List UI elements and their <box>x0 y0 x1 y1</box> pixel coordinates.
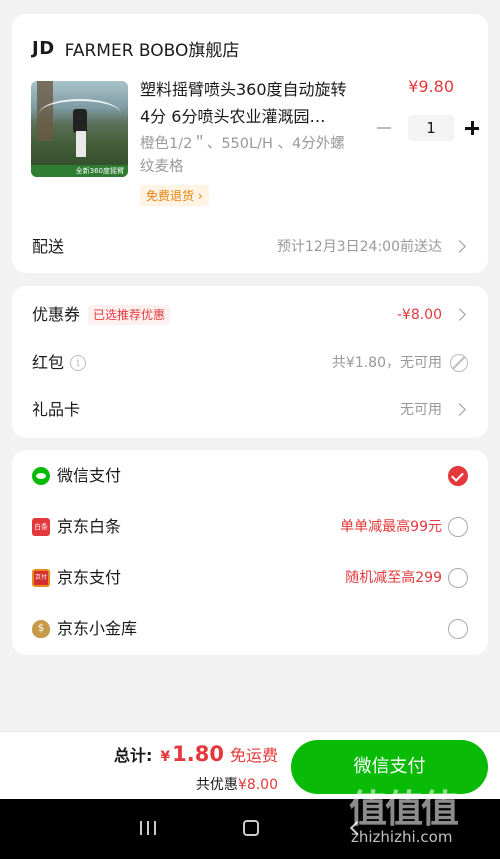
recommended-coupon-tag: 已选推荐优惠 <box>88 305 171 325</box>
delivery-label: 配送 <box>32 237 65 256</box>
quantity-input[interactable]: 1 <box>408 115 454 141</box>
payment-promo: 单单减最高99元 <box>340 519 442 535</box>
total-savings: 共优惠¥8.00 <box>196 774 278 794</box>
product-image[interactable]: 全新360度摇臂 <box>31 81 128 177</box>
gift-card-label: 礼品卡 <box>32 400 81 419</box>
selected-radio[interactable] <box>448 466 468 486</box>
recents-icon[interactable] <box>139 821 157 835</box>
coupon-row[interactable]: 优惠券 已选推荐优惠 -¥8.00 <box>12 303 488 327</box>
jd-logo: JD <box>32 38 55 59</box>
payment-methods-card: 微信支付 白条 京东白条 单单减最高99元 京付 京东支付 随机减至高299 $… <box>12 450 488 655</box>
watermark-logo: 值值值 <box>349 787 459 831</box>
quantity-stepper: 1 <box>374 115 482 141</box>
order-total: 总计: ¥ 1.80 免运费 <box>114 742 278 766</box>
unselected-radio[interactable] <box>448 568 468 588</box>
free-return-badge[interactable]: 免费退货 › <box>140 185 209 206</box>
info-icon[interactable]: i <box>70 355 86 371</box>
unavailable-icon <box>450 354 468 372</box>
payment-option-wechat[interactable]: 微信支付 <box>12 463 488 489</box>
store-card: JD FARMER BOBO旗舰店 全新360度摇臂 塑料摇臂喷头360度自动旋… <box>12 14 488 273</box>
money-bag-icon: $ <box>32 620 50 638</box>
payment-label: 京东小金库 <box>57 619 138 638</box>
delivery-estimate: 预计12月3日24:00前送达 <box>276 239 442 255</box>
product-price: ¥9.80 <box>408 77 454 96</box>
gift-card-value: 无可用 <box>400 402 442 418</box>
savings-prefix: 共优惠 <box>195 777 238 793</box>
chevron-right-icon <box>453 240 466 253</box>
total-currency: ¥ <box>160 749 171 765</box>
coupon-value: -¥8.00 <box>396 307 442 323</box>
delivery-row[interactable]: 配送 预计12月3日24:00前送达 <box>12 235 488 259</box>
wechat-pay-icon <box>32 467 50 485</box>
total-amount: 1.80 <box>172 742 224 766</box>
image-sprinkler-head <box>73 109 87 133</box>
decrease-quantity-button[interactable] <box>374 118 394 138</box>
red-packet-value: 共¥1.80，无可用 <box>331 355 442 371</box>
total-label: 总计: <box>114 746 153 765</box>
gift-card-row[interactable]: 礼品卡 无可用 <box>12 398 488 422</box>
baitiao-icon: 白条 <box>32 518 50 536</box>
chevron-right-icon <box>453 403 466 416</box>
payment-option-jdpay[interactable]: 京付 京东支付 随机减至高299 <box>12 565 488 591</box>
savings-amount: ¥8.00 <box>237 777 278 793</box>
payment-option-baitiao[interactable]: 白条 京东白条 单单减最高99元 <box>12 514 488 540</box>
payment-promo: 随机减至高299 <box>345 570 442 586</box>
watermark-url: zhizhizhi.com <box>351 828 453 846</box>
payment-label: 京东支付 <box>57 568 122 587</box>
red-packet-row[interactable]: 红包 i 共¥1.80，无可用 <box>12 351 488 375</box>
home-icon[interactable] <box>243 820 259 836</box>
product-title[interactable]: 塑料摇臂喷头360度自动旋转4分 6分喷头农业灌溉园… <box>140 76 354 130</box>
image-band-text: 全新360度摇臂 <box>31 165 128 177</box>
product-spec: 橙色1/2＂、550L/H 、4分外螺纹麦格 <box>140 136 345 175</box>
jd-pay-icon: 京付 <box>32 569 50 587</box>
payment-option-vault[interactable]: $ 京东小金库 <box>12 616 488 642</box>
image-pipe <box>76 131 86 157</box>
coupon-label: 优惠券 <box>32 305 81 324</box>
store-header[interactable]: JD FARMER BOBO旗舰店 <box>32 36 239 61</box>
payment-label: 京东白条 <box>57 517 122 536</box>
site-watermark: 值值值 zhizhizhi.com <box>349 778 495 856</box>
free-shipping-label: 免运费 <box>229 746 278 765</box>
chevron-right-icon <box>453 308 466 321</box>
payment-label: 微信支付 <box>57 466 122 485</box>
store-name: FARMER BOBO旗舰店 <box>64 41 240 61</box>
unselected-radio[interactable] <box>448 517 468 537</box>
increase-quantity-button[interactable] <box>462 118 482 138</box>
discount-card: 优惠券 已选推荐优惠 -¥8.00 红包 i 共¥1.80，无可用 礼品卡 无可… <box>12 286 488 438</box>
unselected-radio[interactable] <box>448 619 468 639</box>
red-packet-label: 红包 <box>32 353 65 372</box>
